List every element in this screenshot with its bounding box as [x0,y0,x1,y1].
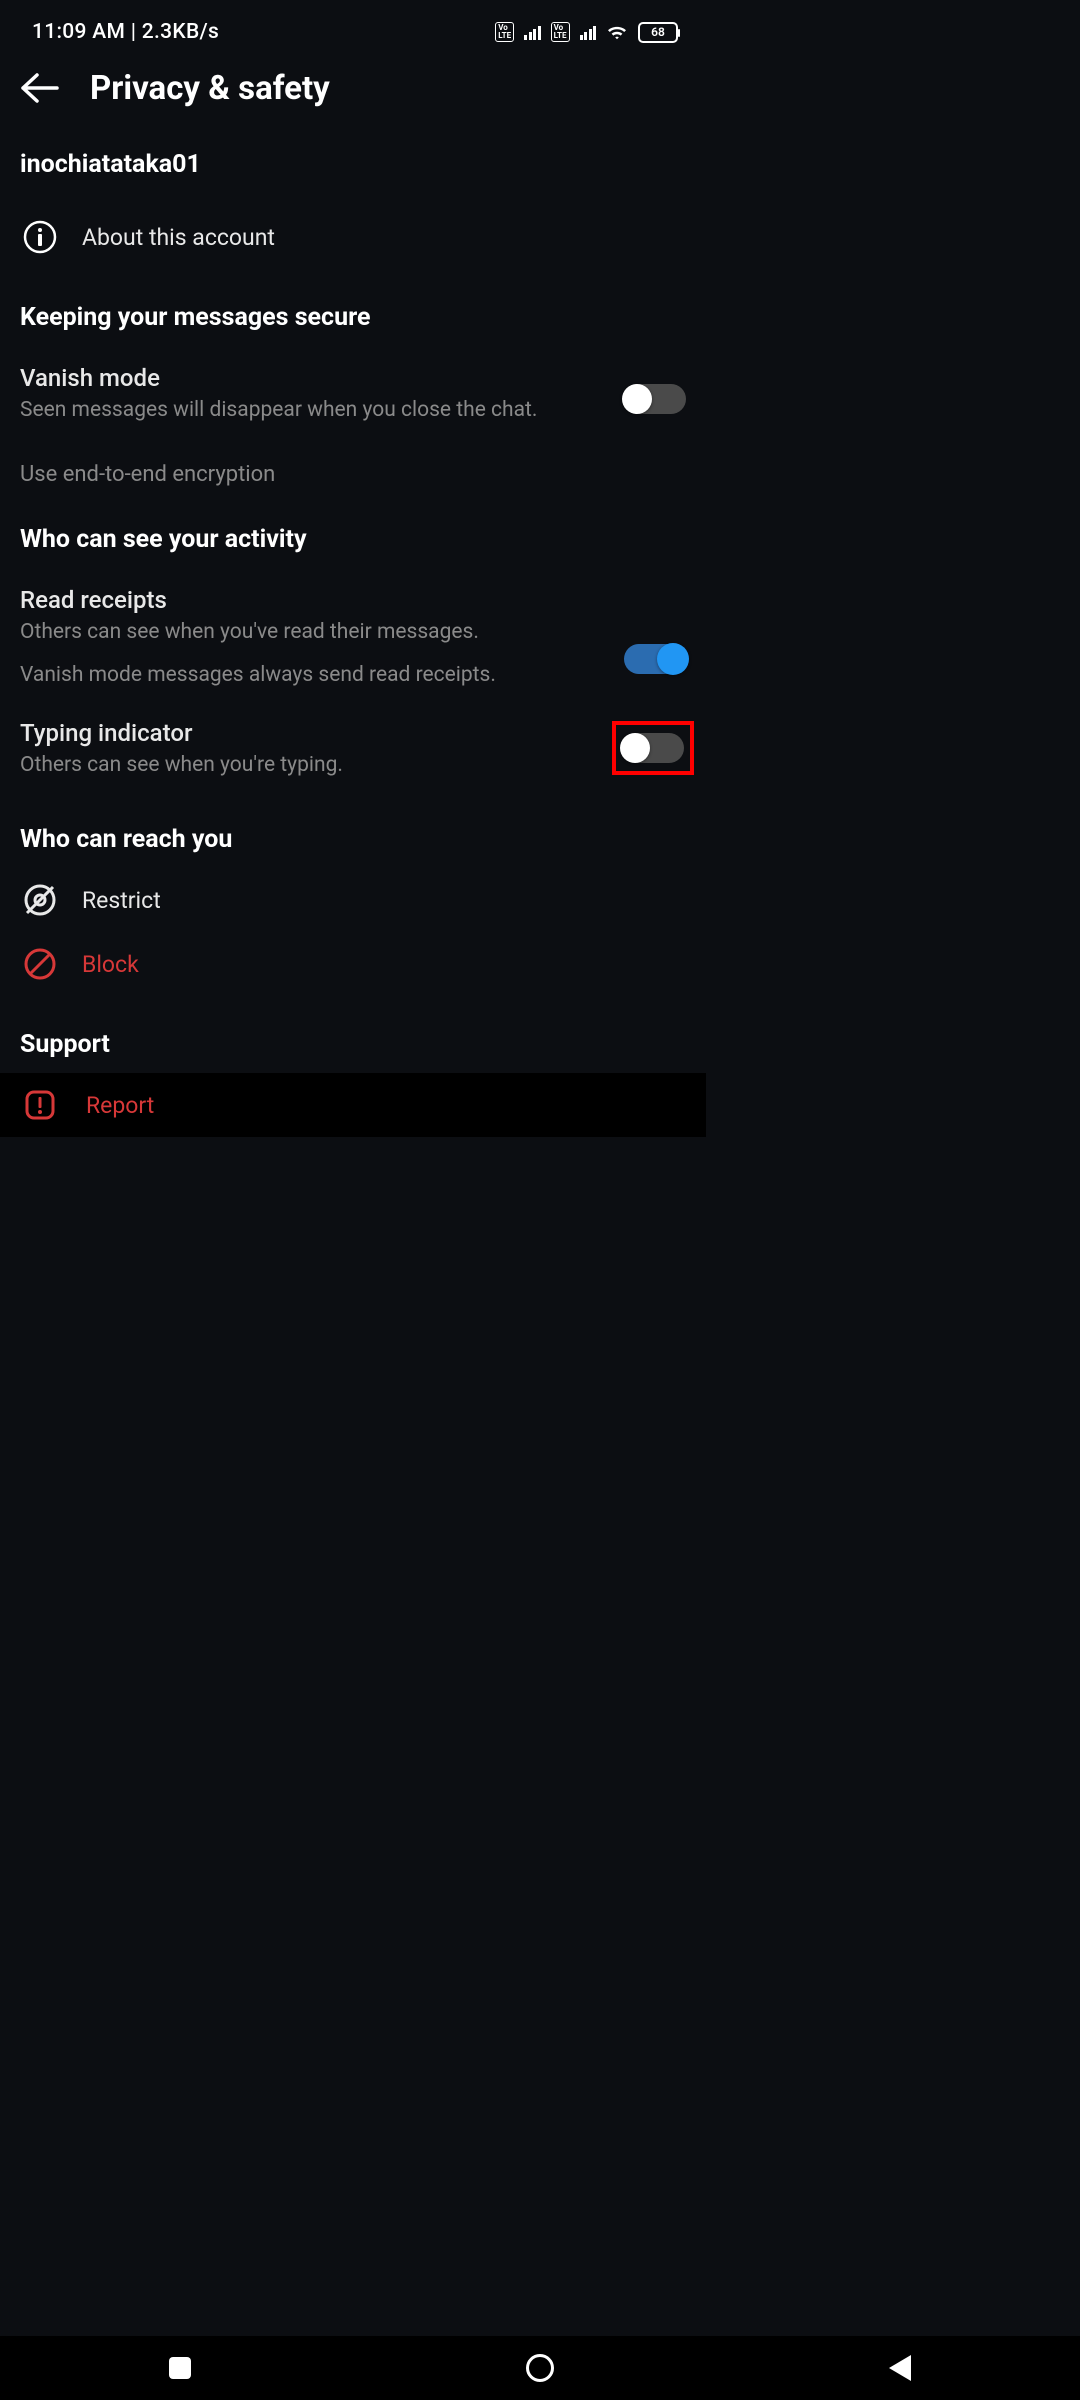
recents-button[interactable] [156,2344,204,2392]
block-row[interactable]: Block [20,932,686,996]
typing-indicator-toggle[interactable] [622,733,684,763]
restrict-row[interactable]: Restrict [20,868,686,932]
read-receipts-note: Vanish mode messages always send read re… [20,661,606,689]
wifi-icon [606,23,628,41]
back-nav-button[interactable] [876,2344,924,2392]
restrict-icon [20,880,60,920]
vanish-mode-toggle[interactable] [624,384,686,414]
vanish-mode-title: Vanish mode [20,364,606,392]
signal-bars-icon-1 [524,24,541,40]
about-account-row[interactable]: About this account [20,205,686,269]
square-icon [169,2357,191,2379]
e2e-encryption-link[interactable]: Use end-to-end encryption [20,436,686,491]
system-nav-bar [0,2336,1080,2400]
page-title: Privacy & safety [90,69,330,108]
triangle-left-icon [889,2355,911,2381]
activity-section-heading: Who can see your activity [20,525,686,554]
read-receipts-toggle[interactable] [624,644,686,674]
read-receipts-title: Read receipts [20,586,606,614]
account-username: inochiatataka01 [20,150,686,179]
read-receipts-desc: Others can see when you've read their me… [20,618,606,646]
volte-icon-2: VoLTE [551,22,570,42]
report-icon [20,1085,60,1125]
typing-toggle-highlight [612,721,694,775]
reach-section-heading: Who can reach you [20,825,686,854]
report-label: Report [86,1092,154,1119]
read-receipts-setting[interactable]: Read receipts Others can see when you've… [20,568,686,701]
back-button[interactable] [18,66,62,110]
battery-icon: 68 [638,22,678,43]
clock-text: 11:09 AM [32,20,125,44]
home-button[interactable] [516,2344,564,2392]
volte-icon-1: VoLTE [495,22,514,42]
status-icons: VoLTE VoLTE 68 [495,22,678,43]
status-time: 11:09 AM | 2.3KB/s [32,20,219,44]
status-bar: 11:09 AM | 2.3KB/s VoLTE VoLTE 68 [0,0,706,56]
arrow-left-icon [21,73,59,103]
support-section-heading: Support [20,1030,686,1059]
circle-icon [526,2354,554,2382]
typing-indicator-desc: Others can see when you're typing. [20,751,594,779]
secure-section-heading: Keeping your messages secure [20,303,686,332]
vanish-mode-setting[interactable]: Vanish mode Seen messages will disappear… [20,346,686,436]
vanish-mode-desc: Seen messages will disappear when you cl… [20,396,606,424]
info-icon [20,217,60,257]
page-header: Privacy & safety [0,56,706,128]
typing-indicator-title: Typing indicator [20,719,594,747]
typing-indicator-setting[interactable]: Typing indicator Others can see when you… [20,701,686,791]
block-icon [20,944,60,984]
net-speed-text: 2.3KB/s [142,20,219,44]
battery-pct-text: 68 [651,25,665,39]
restrict-label: Restrict [82,887,161,914]
about-account-label: About this account [82,224,275,251]
report-row[interactable]: Report [0,1073,706,1137]
signal-bars-icon-2 [580,24,597,40]
block-label: Block [82,951,139,978]
